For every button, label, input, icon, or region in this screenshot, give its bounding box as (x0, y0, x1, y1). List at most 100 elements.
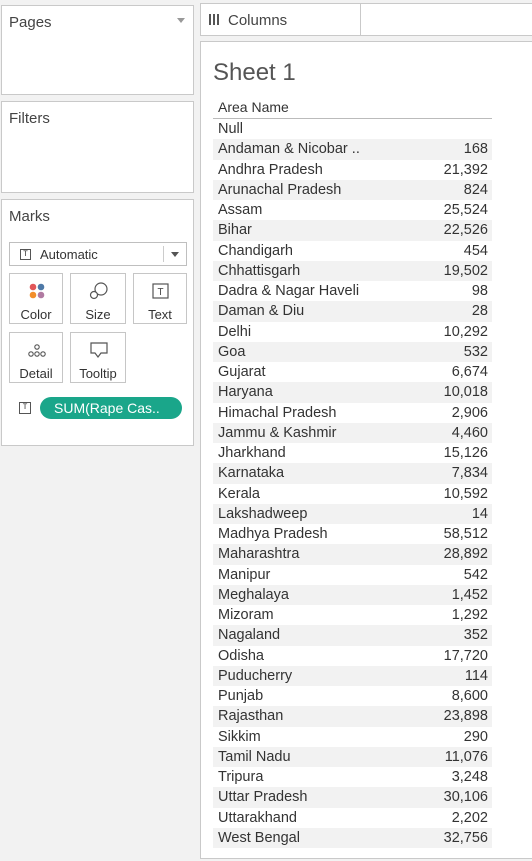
area-name-cell: Arunachal Pradesh (218, 181, 342, 198)
table-row[interactable]: Lakshadweep 14 (213, 503, 492, 524)
value-cell: 30,106 (443, 789, 488, 806)
table-row[interactable]: Dadra & Nagar Haveli 98 (213, 281, 492, 301)
table-row[interactable]: Haryana 10,018 (213, 382, 492, 403)
value-cell: 454 (463, 242, 488, 259)
table-row[interactable]: Null (213, 119, 492, 139)
table-row[interactable]: Punjab 8,600 (213, 686, 492, 706)
area-name-cell: Delhi (218, 323, 252, 340)
color-label: Color (20, 307, 52, 322)
table-row[interactable]: Chandigarh 454 (213, 241, 492, 261)
table-row[interactable]: Kerala 10,592 (213, 484, 492, 504)
area-name-cell: Chandigarh (218, 242, 293, 259)
value-cell: 11,076 (444, 748, 488, 765)
size-icon (71, 282, 125, 300)
value-cell: 290 (463, 728, 488, 745)
table-row[interactable]: Mizoram 1,292 (213, 605, 492, 625)
value-cell: 352 (463, 627, 488, 644)
area-name-cell: Bihar (218, 222, 252, 239)
area-name-cell: Meghalaya (218, 586, 289, 603)
value-cell: 1,292 (451, 607, 488, 623)
area-name-cell: Lakshadweep (218, 505, 308, 522)
tooltip-label: Tooltip (79, 366, 117, 381)
marks-card: Marks T Automatic Color Size T Text Deta… (1, 199, 194, 446)
area-name-cell: Maharashtra (218, 546, 300, 563)
area-name-cell: Null (218, 121, 243, 137)
table-row[interactable]: Arunachal Pradesh 824 (213, 179, 492, 200)
table-row[interactable]: Rajasthan 23,898 (213, 706, 492, 727)
pages-card[interactable]: Pages (1, 5, 194, 95)
table-row[interactable]: Karnataka 7,834 (213, 463, 492, 484)
table-row[interactable]: Jammu & Kashmir 4,460 (213, 422, 492, 443)
value-cell: 8,600 (451, 688, 488, 704)
area-name-cell: Jammu & Kashmir (218, 424, 337, 441)
table-row[interactable]: Tamil Nadu 11,076 (213, 746, 492, 767)
table-row[interactable]: Gujarat 6,674 (213, 362, 492, 382)
color-icon (10, 282, 62, 300)
pages-title: Pages (9, 14, 52, 31)
table-row[interactable]: Jharkhand 15,126 (213, 443, 492, 463)
table-row[interactable]: Goa 532 (213, 341, 492, 362)
table-row[interactable]: Odisha 17,720 (213, 646, 492, 666)
table-row[interactable]: Meghalaya 1,452 (213, 584, 492, 605)
text-icon: T (134, 282, 186, 300)
tooltip-button[interactable]: Tooltip (70, 332, 126, 383)
table-row[interactable]: Madhya Pradesh 58,512 (213, 524, 492, 544)
mark-type-label: Automatic (40, 247, 98, 262)
table-row[interactable]: Sikkim 290 (213, 727, 492, 747)
text-button[interactable]: T Text (133, 273, 187, 324)
table-row[interactable]: Andaman & Nicobar .. 168 (213, 139, 492, 160)
color-button[interactable]: Color (9, 273, 63, 324)
table-row[interactable]: Tripura 3,248 (213, 767, 492, 787)
table-row[interactable]: Nagaland 352 (213, 625, 492, 646)
table-row[interactable]: Andhra Pradesh 21,392 (213, 160, 492, 180)
area-name-cell: Dadra & Nagar Haveli (218, 283, 360, 299)
area-name-cell: Karnataka (218, 465, 285, 482)
sheet-title[interactable]: Sheet 1 (213, 59, 296, 87)
table-row[interactable]: Daman & Diu 28 (213, 301, 492, 322)
detail-button[interactable]: Detail (9, 332, 63, 383)
tooltip-icon (71, 341, 125, 359)
filters-card[interactable]: Filters (1, 101, 194, 193)
mark-type-dropdown[interactable]: T Automatic (9, 242, 187, 266)
table-row[interactable]: Chhattisgarh 19,502 (213, 260, 492, 281)
table-row[interactable]: West Bengal 32,756 (213, 827, 492, 848)
value-cell: 17,720 (443, 647, 488, 664)
marks-title: Marks (9, 208, 50, 225)
column-header-area-name[interactable]: Area Name (218, 99, 289, 115)
table-row[interactable]: Delhi 10,292 (213, 322, 492, 342)
columns-shelf[interactable]: Columns (200, 3, 532, 36)
value-cell: 4,460 (451, 424, 488, 441)
value-cell: 2,202 (451, 809, 488, 826)
value-cell: 542 (463, 566, 488, 583)
area-name-cell: Andhra Pradesh (218, 161, 323, 178)
area-name-cell: Tamil Nadu (218, 748, 291, 765)
table-row[interactable]: Uttar Pradesh 30,106 (213, 787, 492, 808)
area-name-cell: Rajasthan (218, 708, 284, 725)
value-cell: 10,592 (443, 485, 488, 502)
area-name-cell: Himachal Pradesh (218, 404, 337, 421)
table-row[interactable]: Bihar 22,526 (213, 220, 492, 241)
text-encoding-icon[interactable]: T (19, 402, 31, 414)
table-row[interactable]: Himachal Pradesh 2,906 (213, 403, 492, 423)
value-cell: 21,392 (443, 161, 488, 178)
measure-pill[interactable]: SUM(Rape Cas.. (40, 397, 182, 419)
size-button[interactable]: Size (70, 273, 126, 324)
area-name-cell: Manipur (218, 566, 271, 583)
table-row[interactable]: Manipur 542 (213, 565, 492, 585)
pages-dropdown-icon[interactable] (177, 18, 185, 23)
table-row[interactable]: Uttarakhand 2,202 (213, 808, 492, 828)
area-name-cell: West Bengal (218, 829, 300, 846)
table-row[interactable]: Puducherry 114 (213, 665, 492, 686)
table-row[interactable]: Maharashtra 28,892 (213, 544, 492, 565)
value-cell: 25,524 (443, 202, 488, 218)
detail-label: Detail (19, 366, 53, 381)
area-name-cell: Andaman & Nicobar .. (218, 141, 360, 158)
table-row[interactable]: Assam 25,524 (213, 200, 492, 220)
value-cell: 28 (471, 303, 488, 320)
area-name-cell: Haryana (218, 384, 273, 401)
columns-label: Columns (228, 12, 288, 29)
data-table: Null Andaman & Nicobar .. 168 Andhra Prades… (213, 119, 492, 848)
area-name-cell: Puducherry (218, 667, 293, 684)
area-name-cell: Madhya Pradesh (218, 526, 328, 542)
area-name-cell: Assam (218, 202, 263, 218)
